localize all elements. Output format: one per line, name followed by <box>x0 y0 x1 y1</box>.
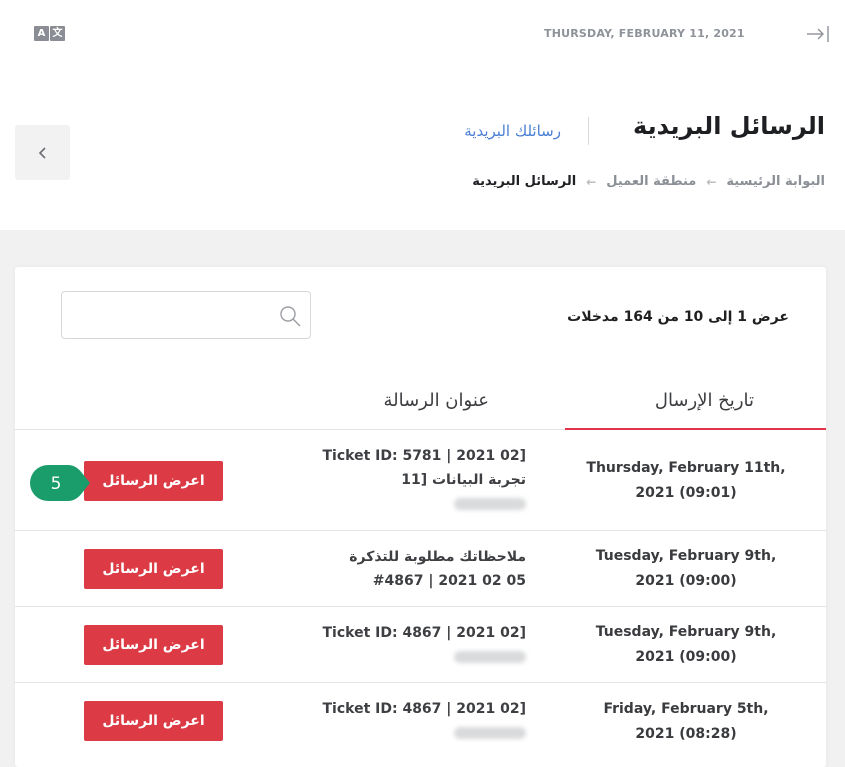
table-row: Friday, February 5th, 2021 (08:28) Ticke… <box>15 683 826 767</box>
search-input[interactable] <box>61 291 311 339</box>
breadcrumb-home[interactable]: البوابة الرئيسية <box>726 174 825 189</box>
breadcrumb-current: الرسائل البريدية <box>472 174 577 189</box>
row-date: Thursday, February 11th, 2021 (09:01) <box>586 460 786 501</box>
row-subject: Ticket ID: 5781 | 2021 02] 11] تجربة الب… <box>286 444 526 518</box>
row-subject: ملاحظاتك مطلوبة للتذكرة #4867 | 2021 02 … <box>349 549 526 589</box>
redacted-text <box>286 645 526 671</box>
chevron-left-icon <box>38 146 46 159</box>
column-header-subject[interactable]: عنوان الرسالة <box>383 390 489 411</box>
step-number: 5 <box>51 474 62 494</box>
row-subject: Ticket ID: 4867 | 2021 02] <box>286 697 526 747</box>
view-messages-button[interactable]: اعرض الرسائل <box>84 625 223 665</box>
entries-info: عرض 1 إلى 10 من 164 مدخلات <box>567 309 789 325</box>
step-marker-badge: 5 <box>30 465 90 501</box>
table-row: Thursday, February 11th, 2021 (09:01) Ti… <box>15 430 826 531</box>
top-header: A 文 THURSDAY, FEBRUARY 11, 2021 الرسائل … <box>0 0 845 230</box>
row-date: Friday, February 5th, 2021 (08:28) <box>603 701 769 742</box>
arrow-left-icon: ← <box>586 174 597 189</box>
row-date: Tuesday, February 9th, 2021 (09:00) <box>595 548 777 589</box>
current-date: THURSDAY, FEBRUARY 11, 2021 <box>544 27 745 40</box>
view-messages-button[interactable]: اعرض الرسائل <box>84 549 223 589</box>
collapse-icon[interactable] <box>806 24 830 44</box>
redacted-text <box>286 721 526 747</box>
mails-table-card: عرض 1 إلى 10 من 164 مدخلات تاريخ الإرسال… <box>15 267 826 767</box>
row-subject: Ticket ID: 4867 | 2021 02] <box>286 621 526 671</box>
view-messages-button[interactable]: اعرض الرسائل <box>84 701 223 741</box>
breadcrumb-client-area[interactable]: منطقة العميل <box>606 174 696 189</box>
view-messages-button[interactable]: اعرض الرسائل <box>84 461 223 501</box>
search-icon <box>280 306 301 327</box>
page-title: الرسائل البريدية <box>633 112 825 140</box>
translate-icon[interactable]: A 文 <box>34 26 65 41</box>
my-mails-link[interactable]: رسائلك البريدية <box>464 122 561 140</box>
arrow-left-icon: ← <box>706 174 717 189</box>
redacted-text <box>286 492 526 518</box>
breadcrumb: البوابة الرئيسية ← منطقة العميل ← الرسائ… <box>472 174 825 189</box>
table-row: Tuesday, February 9th, 2021 (09:00) Tick… <box>15 607 826 683</box>
column-header-date[interactable]: تاريخ الإرسال <box>655 390 754 411</box>
back-button[interactable] <box>15 125 70 180</box>
table-row: Tuesday, February 9th, 2021 (09:00) ملاح… <box>15 531 826 607</box>
row-date: Tuesday, February 9th, 2021 (09:00) <box>595 624 777 665</box>
title-divider <box>588 117 589 145</box>
